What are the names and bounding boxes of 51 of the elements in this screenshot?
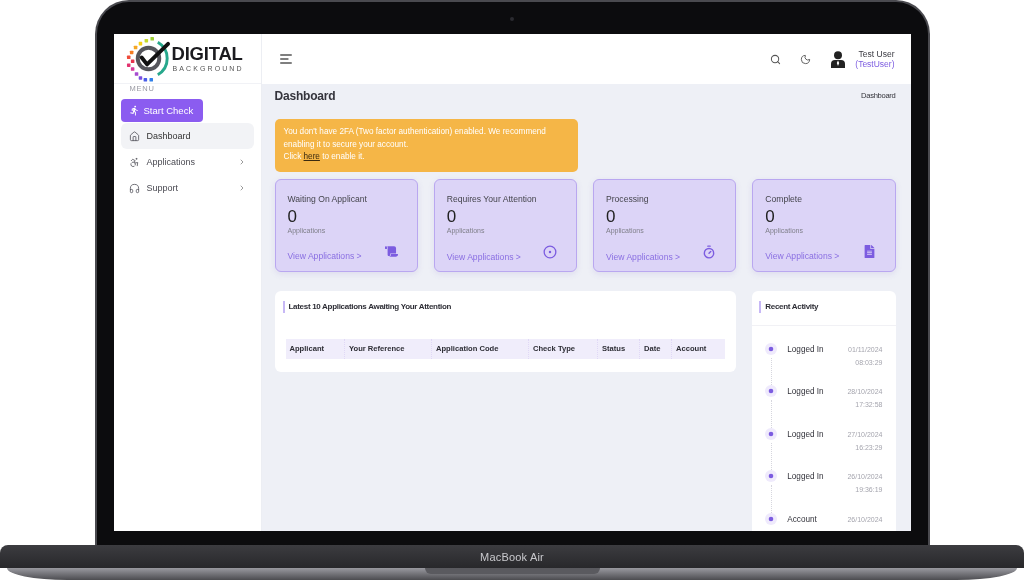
view-applications-link[interactable]: View Applications > bbox=[446, 249, 521, 264]
page-title: Dashboard bbox=[274, 89, 336, 103]
view-applications-link[interactable]: View Applications > bbox=[606, 249, 681, 264]
timeline-dot-icon bbox=[765, 342, 778, 355]
stat-card-title: Waiting On Applicant bbox=[287, 192, 368, 205]
section-title: Latest 10 Applications Awaiting Your Attention bbox=[282, 300, 726, 313]
alert-message: You don't have 2FA (Two factor authentication) enabled. We recommend enabling it to secure your account. Click here to enable it. bbox=[283, 126, 547, 163]
document-icon bbox=[862, 244, 876, 258]
start-check-button[interactable]: Start Check bbox=[120, 99, 203, 122]
stat-count: 0 bbox=[446, 206, 458, 226]
activity-text: Logged In bbox=[787, 343, 825, 355]
timeline-line bbox=[770, 400, 772, 428]
activity-text: Logged In bbox=[787, 428, 825, 440]
logo-icon bbox=[124, 35, 172, 82]
timeline-dot-icon bbox=[765, 385, 778, 397]
enable-2fa-link[interactable]: here bbox=[303, 152, 320, 161]
accessibility-icon bbox=[128, 156, 140, 168]
sidebar-nav-item[interactable]: Dashboard bbox=[120, 123, 254, 149]
sidebar-nav-item[interactable]: Applications bbox=[120, 149, 254, 175]
user-name: Test User bbox=[858, 49, 895, 59]
view-applications-link[interactable]: View Applications > bbox=[765, 248, 840, 263]
menu-icon[interactable] bbox=[279, 54, 292, 64]
timeline-line bbox=[770, 485, 772, 513]
home-icon bbox=[128, 130, 140, 142]
logo-title: DIGITAL bbox=[171, 44, 244, 63]
sidebar-nav-item[interactable]: Support bbox=[120, 175, 254, 201]
stat-card-title: Requires Your Attention bbox=[446, 192, 538, 205]
stopwatch-icon bbox=[702, 244, 717, 259]
stat-count: 0 bbox=[287, 206, 298, 226]
headset-icon bbox=[128, 182, 140, 194]
timeline-dot-icon bbox=[765, 512, 778, 525]
timeline-dot-icon bbox=[765, 427, 778, 440]
activity-text: Logged In bbox=[787, 386, 825, 397]
stat-card-title: Processing bbox=[606, 192, 650, 205]
stat-count: 0 bbox=[765, 206, 776, 226]
scroll-icon bbox=[384, 244, 398, 258]
activity-text: Account bbox=[787, 513, 818, 525]
timeline-dot-icon bbox=[765, 470, 778, 482]
laptop-model-label: MacBook Air bbox=[480, 550, 544, 563]
camera-icon bbox=[510, 17, 514, 21]
target-icon bbox=[543, 244, 557, 259]
section-title: Recent Activity bbox=[759, 300, 819, 313]
user-avatar-icon[interactable] bbox=[830, 50, 847, 68]
search-icon[interactable] bbox=[770, 53, 782, 65]
activity-text: Logged In bbox=[787, 471, 825, 482]
stat-count: 0 bbox=[606, 206, 617, 226]
view-applications-link[interactable]: View Applications > bbox=[287, 248, 362, 263]
user-handle: (TestUser) bbox=[855, 59, 895, 69]
moon-icon[interactable] bbox=[800, 53, 812, 65]
running-person-icon bbox=[128, 105, 140, 116]
stat-card-title: Complete bbox=[765, 192, 804, 205]
